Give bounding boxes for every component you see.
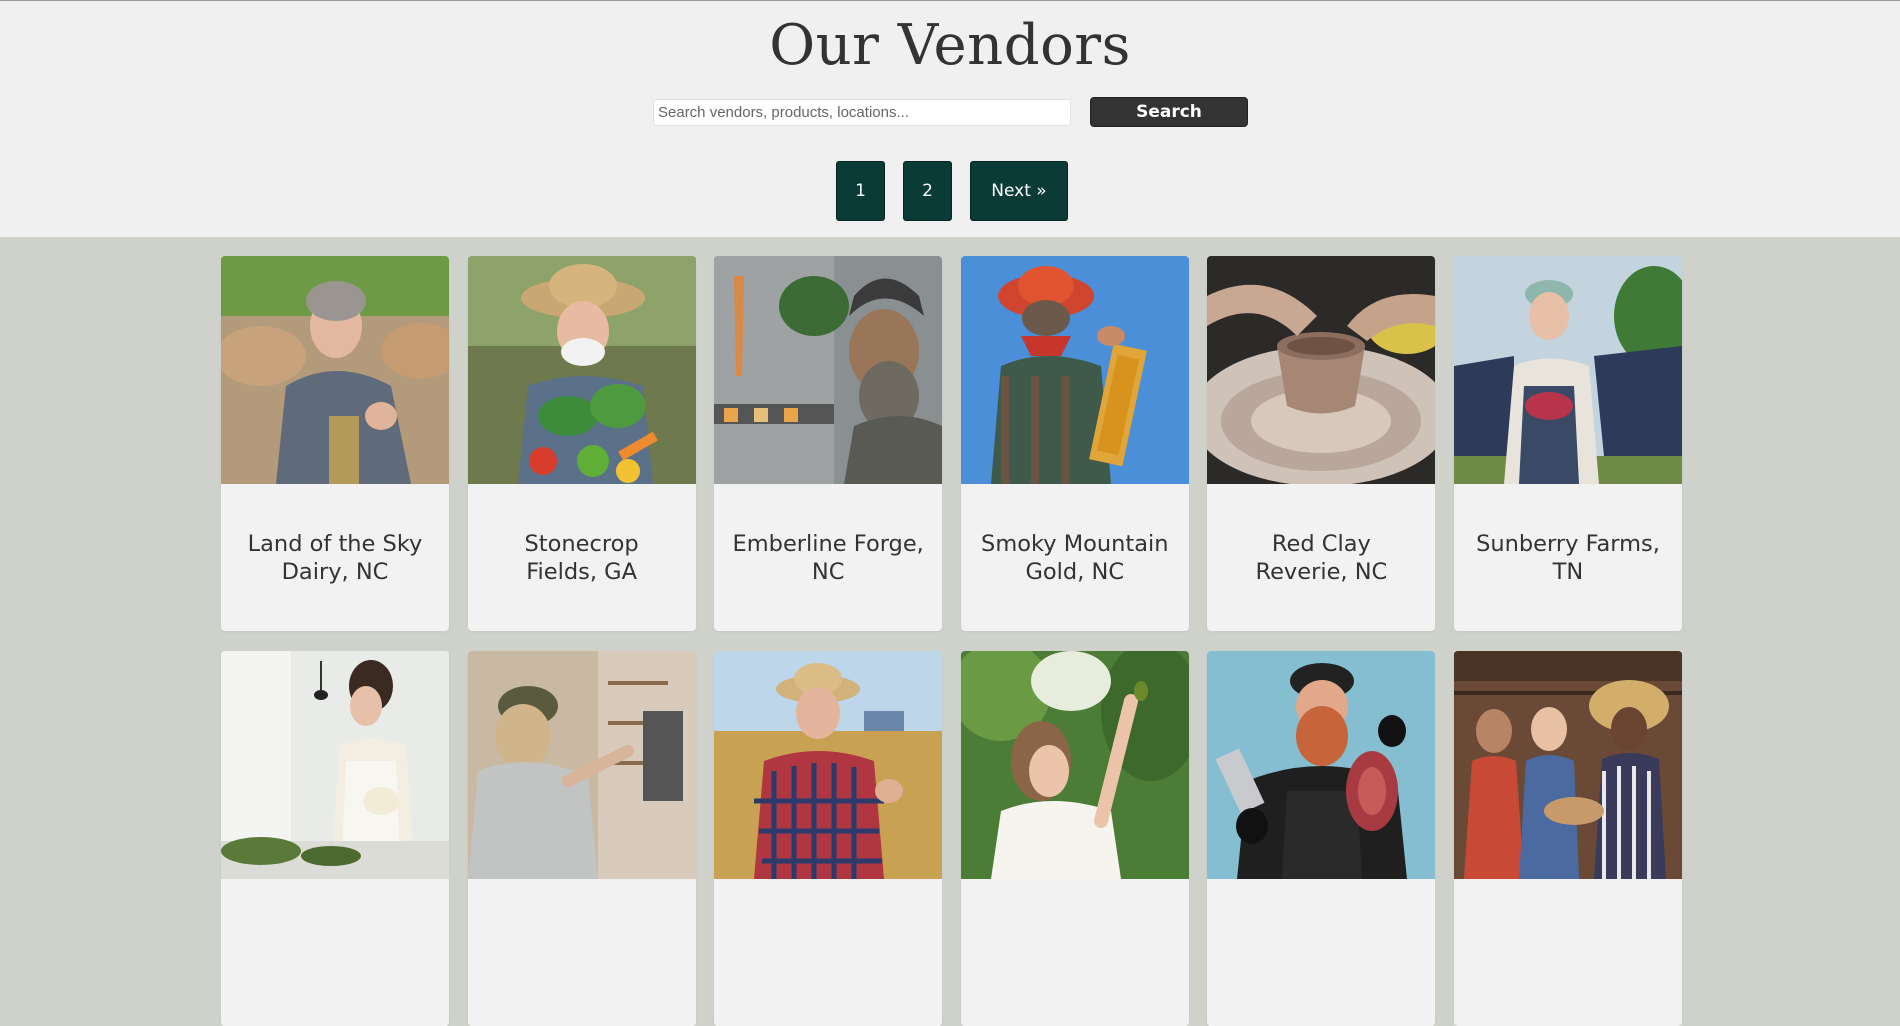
vendor-card[interactable]	[467, 651, 696, 1026]
dairy-farmer-photo	[221, 256, 449, 484]
page-header: Our Vendors Search 1 2 Next »	[0, 0, 1900, 237]
vendor-name: Land of the Sky Dairy, NC	[247, 530, 423, 585]
farm-family-photo	[1453, 651, 1682, 879]
blacksmith-photo	[714, 256, 943, 484]
vendor-name	[1207, 879, 1435, 1026]
vendor-name: Red Clay Reverie, NC	[1255, 530, 1388, 585]
next-page-button[interactable]: Next »	[970, 161, 1068, 221]
vendor-card[interactable]	[1207, 651, 1436, 1026]
search-bar: Search	[653, 97, 1248, 127]
vendor-card[interactable]: Sunberry Farms, TN	[1453, 256, 1682, 631]
vendor-name	[961, 879, 1189, 1026]
vendor-name: Emberline Forge, NC	[732, 530, 924, 585]
vendor-grid: Land of the Sky Dairy, NC Stonecrop Fiel…	[221, 256, 1682, 1026]
vendor-card[interactable]	[714, 651, 943, 1026]
pottery-wheel-photo	[1207, 256, 1436, 484]
vendor-card[interactable]	[221, 651, 449, 1026]
vendor-card[interactable]	[960, 651, 1189, 1026]
page-title: Our Vendors	[769, 13, 1131, 78]
search-input[interactable]	[653, 98, 1071, 126]
vendor-card[interactable]: Land of the Sky Dairy, NC	[221, 256, 449, 631]
pagination: 1 2 Next »	[836, 161, 1068, 221]
vendor-name	[221, 879, 449, 1026]
page-1-button[interactable]: 1	[836, 161, 885, 221]
berry-farmer-photo	[1453, 256, 1682, 484]
vendor-name: Sunberry Farms, TN	[1476, 530, 1660, 585]
vendor-name	[1454, 879, 1682, 1026]
butcher-photo	[1207, 651, 1436, 879]
vendor-name: Stonecrop Fields, GA	[524, 530, 639, 585]
vendor-name	[714, 879, 942, 1026]
beekeeper-photo	[960, 256, 1189, 484]
vendor-card[interactable]: Emberline Forge, NC	[714, 256, 943, 631]
page-2-button[interactable]: 2	[903, 161, 952, 221]
vegetable-farmer-photo	[467, 256, 696, 484]
orchard-picker-photo	[960, 651, 1189, 879]
florist-photo	[221, 651, 449, 879]
vendor-name: Smoky Mountain Gold, NC	[981, 530, 1169, 585]
vendor-card[interactable]: Red Clay Reverie, NC	[1207, 256, 1436, 631]
vendor-card[interactable]: Stonecrop Fields, GA	[467, 256, 696, 631]
vendor-card[interactable]: Smoky Mountain Gold, NC	[960, 256, 1189, 631]
wheat-farmer-photo	[714, 651, 943, 879]
search-button[interactable]: Search	[1090, 97, 1248, 127]
woodworker-photo	[467, 651, 696, 879]
vendor-name	[468, 879, 696, 1026]
vendor-card[interactable]	[1453, 651, 1682, 1026]
